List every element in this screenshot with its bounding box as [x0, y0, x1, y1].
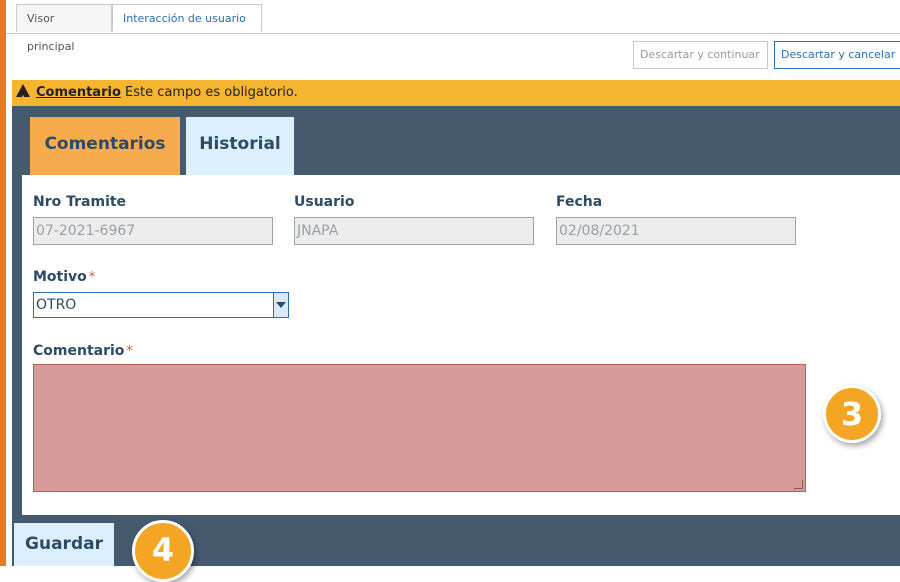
- motivo-required-mark: *: [88, 270, 96, 285]
- comentario-label: Comentario *: [33, 343, 133, 359]
- warning-triangle-icon: !: [16, 84, 30, 105]
- nro-tramite-label: Nro Tramite: [33, 194, 127, 210]
- tab-historial[interactable]: Historial: [186, 117, 294, 175]
- resize-grip-icon[interactable]: [794, 480, 803, 489]
- dropdown-arrow-icon[interactable]: [273, 293, 288, 317]
- tab-comentarios[interactable]: Comentarios: [30, 117, 180, 175]
- top-tab-bar: Visor principal Interacción de usuario: [6, 0, 900, 53]
- motivo-label-text: Motivo: [33, 269, 87, 285]
- step-badge-4: 4: [132, 520, 194, 582]
- tab-visor-principal[interactable]: Visor principal: [16, 4, 112, 53]
- motivo-selected-value: OTRO: [36, 297, 77, 313]
- discard-continue-button[interactable]: Descartar y continuar: [633, 41, 768, 69]
- comentario-required-mark: *: [126, 344, 133, 359]
- comentario-label-text: Comentario: [33, 343, 125, 359]
- fecha-label: Fecha: [556, 194, 603, 210]
- tab-interaccion-usuario[interactable]: Interacción de usuario: [112, 4, 262, 32]
- validation-warning-bar: ! Comentario Este campo es obligatorio.: [12, 80, 900, 106]
- motivo-select[interactable]: OTRO: [33, 292, 289, 318]
- step-badge-3: 3: [823, 385, 881, 443]
- discard-cancel-button[interactable]: Descartar y cancelar: [774, 41, 900, 69]
- save-button[interactable]: Guardar: [14, 523, 114, 566]
- usuario-label: Usuario: [294, 194, 355, 210]
- warning-message: Este campo es obligatorio.: [120, 85, 298, 100]
- warning-field-link[interactable]: Comentario: [36, 85, 121, 100]
- usuario-field: JNAPA: [294, 217, 534, 245]
- motivo-label: Motivo *: [33, 269, 95, 285]
- nro-tramite-field: 07-2021-6967: [33, 217, 273, 245]
- fecha-field: 02/08/2021: [556, 217, 796, 245]
- comentario-textarea[interactable]: [33, 364, 806, 492]
- window-edge: [0, 0, 6, 566]
